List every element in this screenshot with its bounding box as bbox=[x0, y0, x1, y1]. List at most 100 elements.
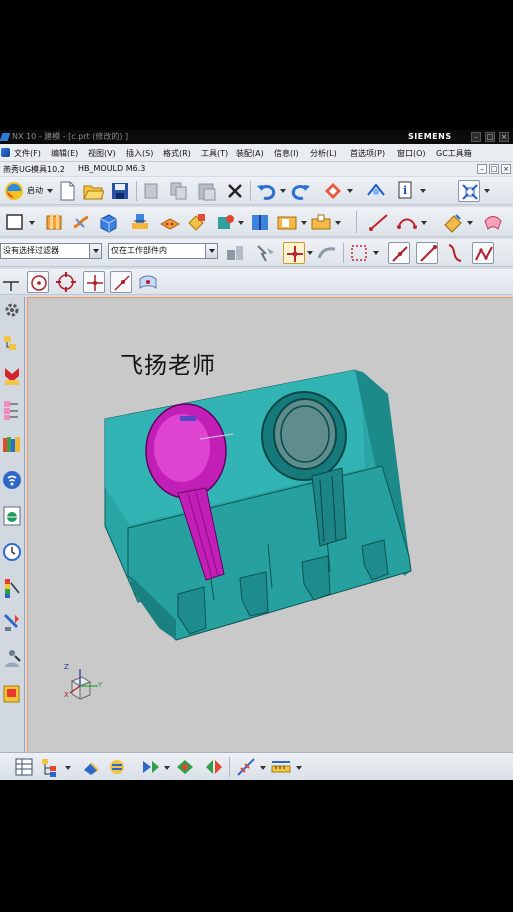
minimize-button[interactable]: – bbox=[471, 132, 481, 142]
menu-analysis[interactable]: 分析(L) bbox=[310, 148, 337, 159]
maximize-button[interactable]: □ bbox=[485, 132, 495, 142]
menu-insert[interactable]: 插入(S) bbox=[126, 148, 153, 159]
move-icon[interactable] bbox=[80, 756, 102, 778]
ruler-icon[interactable] bbox=[270, 756, 292, 778]
menu-edit[interactable]: 编辑(E) bbox=[51, 148, 78, 159]
chevron-down-icon[interactable] bbox=[89, 244, 101, 258]
chevron-down-icon[interactable] bbox=[420, 189, 426, 194]
new-file-icon[interactable] bbox=[56, 180, 78, 202]
command-finder-icon[interactable] bbox=[322, 180, 344, 202]
nx-start-icon[interactable] bbox=[3, 180, 25, 202]
chevron-down-icon[interactable] bbox=[47, 189, 53, 194]
constraint-icon[interactable] bbox=[107, 756, 129, 778]
open-folder-icon[interactable] bbox=[82, 180, 104, 202]
assembly-icon[interactable] bbox=[214, 211, 236, 233]
rectangle-select-icon[interactable] bbox=[348, 242, 370, 264]
menu-preferences[interactable]: 首选项(P) bbox=[350, 148, 385, 159]
measure-icon[interactable] bbox=[235, 756, 257, 778]
process-icon[interactable] bbox=[1, 611, 23, 633]
mould-tool-icon[interactable] bbox=[129, 211, 151, 233]
face-point-icon[interactable] bbox=[137, 271, 159, 293]
palette-icon[interactable] bbox=[1, 577, 23, 599]
render-icon[interactable] bbox=[174, 756, 196, 778]
chevron-down-icon[interactable] bbox=[347, 189, 353, 194]
chevron-down-icon[interactable] bbox=[29, 221, 35, 226]
type-filter-dropdown[interactable]: 没有选择过滤器 bbox=[0, 243, 102, 259]
save-icon[interactable] bbox=[109, 180, 131, 202]
menu-window[interactable]: 窗口(O) bbox=[397, 148, 426, 159]
menu-format[interactable]: 格式(R) bbox=[163, 148, 191, 159]
menu-information[interactable]: 信息(I) bbox=[274, 148, 299, 159]
chevron-down-icon[interactable] bbox=[296, 766, 302, 771]
copy-icon[interactable] bbox=[168, 180, 190, 202]
menu-view[interactable]: 视图(V) bbox=[88, 148, 116, 159]
intersection-icon[interactable] bbox=[83, 271, 105, 293]
surface-icon[interactable] bbox=[482, 211, 504, 233]
midpoint-snap-icon[interactable] bbox=[416, 242, 438, 264]
close-button[interactable]: × bbox=[499, 132, 509, 142]
face-icon[interactable] bbox=[442, 211, 464, 233]
point-snap-icon[interactable] bbox=[283, 242, 305, 264]
assembly-tree-icon[interactable] bbox=[40, 756, 62, 778]
circle-center-icon[interactable] bbox=[27, 271, 49, 293]
boss-icon[interactable] bbox=[310, 211, 332, 233]
menu-tools[interactable]: 工具(T) bbox=[201, 148, 228, 159]
reuse-library-icon[interactable] bbox=[1, 433, 23, 455]
chevron-down-icon[interactable] bbox=[421, 221, 427, 226]
line-snap-icon[interactable] bbox=[388, 242, 410, 264]
polyline-snap-icon[interactable] bbox=[472, 242, 494, 264]
curve-rule-icon[interactable] bbox=[316, 242, 338, 264]
paste-icon[interactable] bbox=[196, 180, 218, 202]
selection-scope-dropdown[interactable]: 仅在工作部件内 bbox=[108, 243, 218, 259]
axis-icon[interactable] bbox=[0, 271, 22, 293]
doc-minimize-button[interactable]: – bbox=[477, 164, 487, 174]
chevron-down-icon[interactable] bbox=[484, 189, 490, 194]
redo-icon[interactable] bbox=[290, 180, 312, 202]
start-label[interactable]: 启动 bbox=[27, 185, 43, 196]
block-icon[interactable] bbox=[97, 211, 119, 233]
part-navigator-icon[interactable] bbox=[1, 399, 23, 421]
doc-restore-button[interactable]: □ bbox=[489, 164, 499, 174]
menu-yanxiu-mold[interactable]: 燕秀UG模具10.2 bbox=[3, 164, 65, 175]
assembly-navigator-icon[interactable] bbox=[1, 333, 23, 355]
curve-snap-icon[interactable] bbox=[444, 242, 466, 264]
chevron-down-icon[interactable] bbox=[301, 221, 307, 226]
doc-close-button[interactable]: × bbox=[501, 164, 511, 174]
mirror-icon[interactable] bbox=[203, 756, 225, 778]
revolve-icon[interactable] bbox=[70, 211, 92, 233]
chevron-down-icon[interactable] bbox=[307, 251, 313, 256]
chevron-down-icon[interactable] bbox=[467, 221, 473, 226]
pocket-icon[interactable] bbox=[276, 211, 298, 233]
view-orient-icon[interactable] bbox=[365, 180, 387, 202]
history-icon[interactable] bbox=[1, 541, 23, 563]
chevron-down-icon[interactable] bbox=[238, 221, 244, 226]
delete-icon[interactable] bbox=[224, 180, 246, 202]
chevron-down-icon[interactable] bbox=[205, 244, 217, 258]
chevron-down-icon[interactable] bbox=[373, 251, 379, 256]
component-icon[interactable] bbox=[186, 211, 208, 233]
web-browser-icon[interactable] bbox=[1, 505, 23, 527]
cavity-icon[interactable] bbox=[159, 211, 181, 233]
chevron-down-icon[interactable] bbox=[335, 221, 341, 226]
wifi-icon[interactable] bbox=[1, 469, 23, 491]
selection-arrow-icon[interactable] bbox=[255, 242, 277, 264]
system-icon[interactable] bbox=[1, 683, 23, 705]
snap-icon[interactable] bbox=[224, 242, 246, 264]
quadrant-icon[interactable] bbox=[55, 271, 77, 293]
curve-line-icon[interactable] bbox=[368, 211, 390, 233]
menu-file[interactable]: 文件(F) bbox=[14, 148, 41, 159]
menu-assembly[interactable]: 装配(A) bbox=[236, 148, 264, 159]
settings-gear-icon[interactable] bbox=[1, 299, 23, 321]
display-icon[interactable] bbox=[140, 756, 162, 778]
cut-icon[interactable] bbox=[141, 180, 163, 202]
chevron-down-icon[interactable] bbox=[164, 766, 170, 771]
undo-icon[interactable] bbox=[255, 180, 277, 202]
graphics-window[interactable]: 飞扬老师 Z Y X bbox=[27, 297, 513, 752]
role-icon[interactable] bbox=[1, 647, 23, 669]
nx-menu-icon[interactable] bbox=[1, 148, 10, 157]
chevron-down-icon[interactable] bbox=[280, 189, 286, 194]
book-icon[interactable] bbox=[249, 211, 271, 233]
info-icon[interactable]: i bbox=[396, 180, 418, 202]
sketch-icon[interactable] bbox=[4, 211, 26, 233]
endpoint-icon[interactable] bbox=[110, 271, 132, 293]
